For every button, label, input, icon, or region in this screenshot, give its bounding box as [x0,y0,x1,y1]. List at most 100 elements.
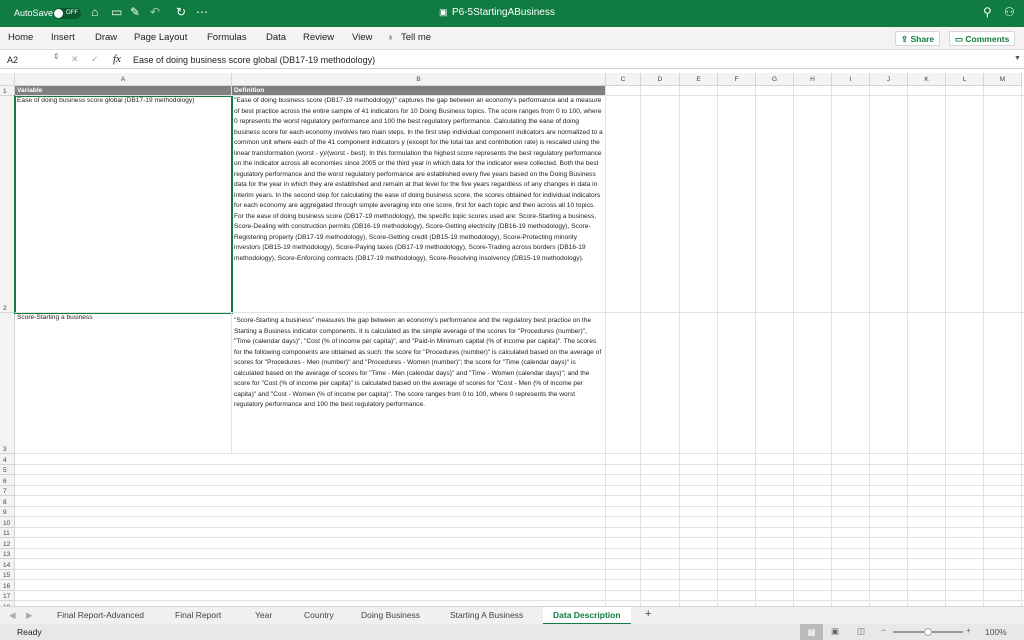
formula-bar: A2 ⇕ ✕ ✓ fx Ease of doing business score… [0,49,1024,69]
page-layout-view-icon[interactable]: ▣ [831,626,839,637]
row-header-1[interactable]: 1 [0,86,15,96]
name-box[interactable]: A2 [7,55,18,65]
tab-view[interactable]: View [352,32,372,43]
scroll-left-icon[interactable]: ◀ [9,610,16,621]
column-header-M[interactable]: M [984,73,1022,86]
column-gridline [831,86,832,606]
zoom-level[interactable]: 100% [985,627,1007,637]
row-gridline [15,95,1024,96]
comments-button[interactable]: ▭ Comments [949,31,1015,46]
zoom-slider-handle[interactable] [924,628,932,636]
cancel-icon[interactable]: ✕ [71,54,79,65]
autosave-toggle[interactable]: OFF [53,8,81,19]
zoom-slider[interactable] [893,631,963,633]
row-header-12[interactable]: 12 [0,538,15,549]
zoom-in-button[interactable]: + [966,625,971,635]
sheet-tabs-bar: ◀ ▶ Final Report-Advanced Final Report Y… [0,606,1024,624]
add-sheet-button[interactable]: + [645,608,651,620]
home-icon[interactable]: ⌂ [91,5,98,19]
row-header-9[interactable]: 9 [0,507,15,518]
row-header-16[interactable]: 16 [0,580,15,591]
column-header-B[interactable]: B [232,73,606,86]
sheet-tab-data-description[interactable]: Data Description [543,607,631,625]
confirm-icon[interactable]: ✓ [91,54,99,65]
tab-page-layout[interactable]: Page Layout [134,32,187,43]
tab-review[interactable]: Review [303,32,334,43]
share-label: Share [910,34,934,44]
title-bar: AutoSave OFF ⌂ ▭ ✎ ↶ ↻ ⋯ ▣ P6-5StartingA… [0,0,1024,27]
formula-input[interactable]: Ease of doing business score global (DB1… [133,55,375,65]
column-header-K[interactable]: K [908,73,946,86]
account-icon[interactable]: ⚇ [1004,5,1015,19]
row-header-14[interactable]: 14 [0,559,15,570]
row-gridline [15,453,1024,454]
zoom-out-button[interactable]: − [881,625,886,635]
spreadsheet-grid[interactable]: ABCDEFGHIJKLM 12345678910111213141516171… [0,73,1024,606]
tab-draw[interactable]: Draw [95,32,117,43]
column-header-C[interactable]: C [606,73,641,86]
row-header-7[interactable]: 7 [0,486,15,497]
row-header-6[interactable]: 6 [0,475,15,486]
sheet-tab-starting-a-business[interactable]: Starting A Business [450,610,523,620]
row-header-11[interactable]: 11 [0,528,15,539]
column-gridline [640,86,641,606]
sheet-tab-final-report-advanced[interactable]: Final Report-Advanced [57,610,144,620]
status-ready: Ready [17,627,42,637]
redo-icon[interactable]: ↻ [176,5,186,19]
row-gridline [15,495,1024,496]
tab-insert[interactable]: Insert [51,32,75,43]
expand-formula-icon[interactable]: ▼ [1014,55,1021,62]
sheet-tab-doing-business[interactable]: Doing Business [361,610,420,620]
column-header-E[interactable]: E [680,73,718,86]
column-gridline [945,86,946,606]
sheet-tab-country[interactable]: Country [304,610,334,620]
cell-A2[interactable]: Ease of doing business score global (DB1… [15,96,232,313]
edit-icon[interactable]: ✎ [130,5,140,19]
column-header-L[interactable]: L [946,73,984,86]
row-header-13[interactable]: 13 [0,549,15,560]
column-gridline [793,86,794,606]
normal-view-icon[interactable]: ▦ [800,624,823,640]
sheet-tab-year[interactable]: Year [255,610,272,620]
row-header-10[interactable]: 10 [0,517,15,528]
column-header-H[interactable]: H [794,73,832,86]
row-gridline [15,569,1024,570]
row-gridline [15,464,1024,465]
cell-B3[interactable]: "Score-Starting a business" measures the… [232,313,606,454]
row-header-17[interactable]: 17 [0,591,15,602]
row-gridline [15,516,1024,517]
cell-A3[interactable]: Score-Starting a business [15,313,232,454]
column-header-A[interactable]: A [15,73,232,86]
column-header-D[interactable]: D [641,73,680,86]
page-break-view-icon[interactable]: ◫ [857,626,865,637]
tab-home[interactable]: Home [8,32,33,43]
column-header-I[interactable]: I [832,73,870,86]
row-header-5[interactable]: 5 [0,465,15,476]
column-header-G[interactable]: G [756,73,794,86]
row-header-8[interactable]: 8 [0,496,15,507]
select-all-corner[interactable] [0,73,15,86]
row-gridline [15,474,1024,475]
tab-formulas[interactable]: Formulas [207,32,247,43]
undo-icon[interactable]: ↶ [150,5,160,19]
more-icon[interactable]: ⋯ [196,5,208,19]
column-header-F[interactable]: F [718,73,756,86]
document-title[interactable]: P6-5StartingABusiness [452,7,555,18]
row-header-15[interactable]: 15 [0,570,15,581]
tab-data[interactable]: Data [266,32,286,43]
row-gridline [15,600,1024,601]
share-button[interactable]: ⇪ Share [895,31,940,46]
search-icon[interactable]: ⚲ [983,5,992,19]
row-header-2[interactable]: 2 [0,96,15,313]
sheet-tab-final-report[interactable]: Final Report [175,610,221,620]
column-header-J[interactable]: J [870,73,908,86]
tell-me[interactable]: Tell me [401,32,431,43]
row-gridline [15,579,1024,580]
name-box-stepper-icon[interactable]: ⇕ [53,52,60,61]
function-icon[interactable]: fx [113,53,121,65]
save-icon[interactable]: ▭ [111,5,122,19]
row-header-3[interactable]: 3 [0,313,15,454]
row-header-4[interactable]: 4 [0,454,15,465]
scroll-right-icon[interactable]: ▶ [26,610,33,621]
cell-B2[interactable]: "Ease of doing business score (DB17-19 m… [232,96,606,313]
